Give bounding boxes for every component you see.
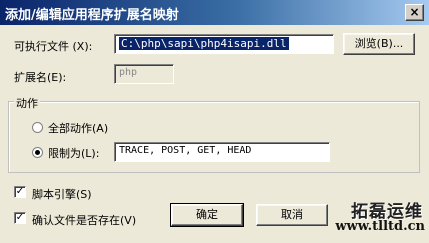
check-icon: ✓	[15, 186, 25, 197]
radio-limit-verbs[interactable]	[32, 147, 43, 158]
limit-verbs-input[interactable]: TRACE, POST, GET, HEAD	[114, 142, 330, 162]
executable-value: C:\php\sapi\php4isapi.dll	[119, 37, 289, 50]
executable-label: 可执行文件 (X):	[14, 40, 93, 53]
executable-input[interactable]: C:\php\sapi\php4isapi.dll	[114, 34, 334, 54]
extension-input: php	[114, 64, 174, 84]
close-icon: ×	[409, 5, 420, 19]
verify-file-label[interactable]: 确认文件是否存在(V)	[32, 212, 136, 228]
cancel-button[interactable]: 取消	[256, 204, 328, 226]
script-engine-checkbox[interactable]: ✓	[14, 186, 26, 198]
browse-button[interactable]: 浏览(B)...	[343, 33, 415, 55]
window-title: 添加/编辑应用程序扩展名映射	[5, 8, 179, 23]
watermark-url: www.tlltd.cn	[335, 219, 425, 234]
close-button[interactable]: ×	[405, 4, 424, 21]
verbs-group-title: 动作	[14, 95, 40, 111]
verify-file-checkbox[interactable]: ✓	[14, 212, 26, 224]
limit-verbs-label[interactable]: 限制为(L):	[48, 145, 99, 161]
radio-all-verbs[interactable]	[32, 122, 43, 133]
ok-button[interactable]: 确定	[170, 203, 244, 227]
verbs-group	[8, 101, 420, 173]
extension-label: 扩展名(E):	[14, 71, 67, 84]
all-verbs-label[interactable]: 全部动作(A)	[48, 120, 108, 136]
script-engine-label[interactable]: 脚本引擎(S)	[32, 186, 92, 202]
check-icon: ✓	[15, 212, 25, 223]
